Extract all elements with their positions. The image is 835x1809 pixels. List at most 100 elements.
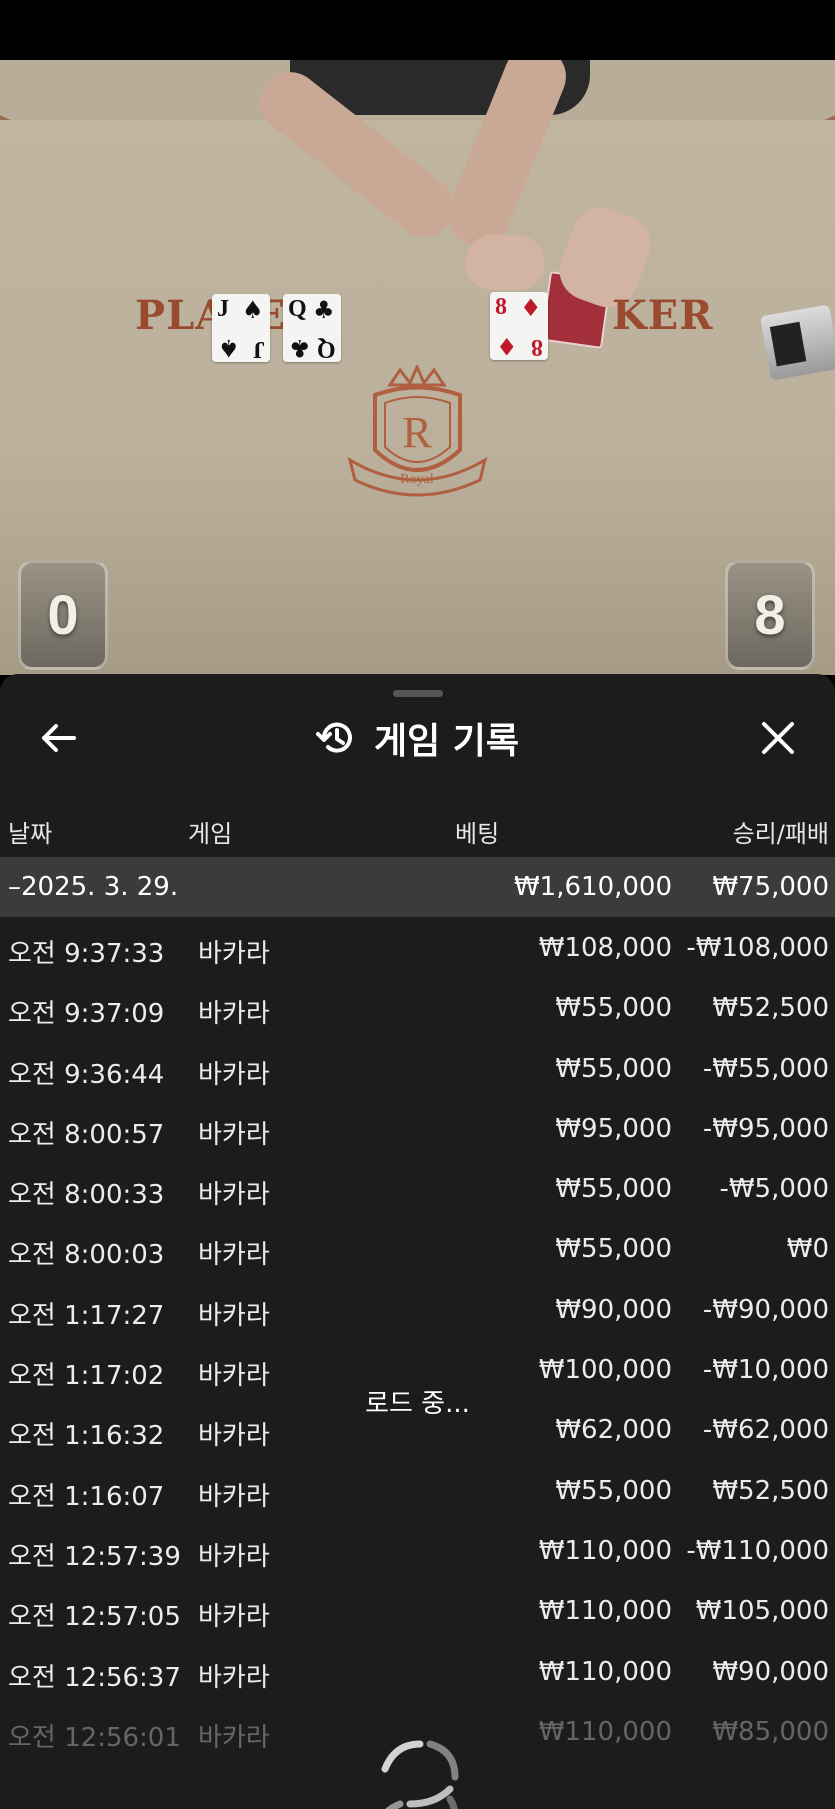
card-rank: 8: [531, 334, 543, 360]
row-game: 바카라: [198, 1602, 270, 1633]
table-row[interactable]: 오전 12:56:37 바카라 ₩110,000 ₩90,000: [0, 1641, 835, 1701]
row-bet: ₩55,000: [555, 1475, 672, 1506]
row-result: -₩108,000: [686, 933, 829, 963]
row-result: ₩0: [786, 1234, 829, 1265]
panel-header: 게임 기록: [0, 716, 835, 762]
history-icon: [315, 722, 352, 753]
row-bet: ₩110,000: [538, 1535, 672, 1566]
row-time: 오전 8:00:57: [8, 1119, 165, 1150]
card-suit: ♦: [520, 294, 542, 322]
row-result: ₩85,000: [712, 1716, 829, 1747]
row-bet: ₩90,000: [555, 1294, 672, 1325]
column-header-game: 게임: [188, 820, 233, 848]
row-result: -₩95,000: [702, 1113, 829, 1144]
row-result: -₩110,000: [686, 1535, 829, 1566]
dealer-left-hand: [465, 235, 545, 290]
row-game: 바카라: [198, 1059, 270, 1090]
row-time: 오전 12:57:39: [8, 1541, 181, 1572]
card-suit: ♣: [289, 334, 311, 362]
player-score: 0: [47, 583, 79, 646]
row-game: 바카라: [198, 1481, 270, 1512]
row-game: 바카라: [198, 999, 270, 1030]
player-card-2: Q ♣ Q ♣: [283, 294, 341, 362]
row-result: ₩52,500: [712, 1475, 829, 1506]
table-row[interactable]: 오전 1:16:07 바카라 ₩55,000 ₩52,500: [0, 1460, 835, 1520]
row-bet: ₩55,000: [555, 1053, 672, 1084]
row-time: 오전 1:17:27: [8, 1300, 165, 1331]
table-row[interactable]: 오전 8:00:57 바카라 ₩95,000 -₩95,000: [0, 1098, 835, 1158]
row-time: 오전 12:56:01: [8, 1722, 181, 1753]
live-video-feed: PLAYER KER J ♠ J ♠ Q ♣ Q ♣ 8 ♦ 8 ♦ R Roy…: [0, 60, 835, 675]
player-card-1: J ♠ J ♠: [212, 294, 270, 362]
row-time: 오전 9:36:44: [8, 1059, 165, 1090]
page-title: 게임 기록: [373, 721, 519, 762]
row-bet: ₩110,000: [538, 1716, 672, 1747]
date-group-row[interactable]: –2025. 3. 29. ₩1,610,000 ₩75,000: [0, 857, 835, 917]
game-history-panel: 게임 기록 날짜 게임 베팅 승리/패배 –2025. 3. 29. ₩1,61…: [0, 674, 835, 1809]
row-time: 오전 12:57:05: [8, 1602, 181, 1633]
row-result: -₩90,000: [702, 1294, 829, 1325]
card-rank: J: [253, 336, 265, 362]
table-row[interactable]: 오전 8:00:33 바카라 ₩55,000 -₩5,000: [0, 1158, 835, 1218]
row-game: 바카라: [198, 1421, 270, 1452]
row-result: -₩5,000: [719, 1174, 829, 1205]
row-result: ₩90,000: [712, 1656, 829, 1687]
row-bet: ₩100,000: [538, 1355, 672, 1386]
table-row[interactable]: 오전 8:00:03 바카라 ₩55,000 ₩0: [0, 1218, 835, 1278]
banker-score-badge: 8: [725, 560, 815, 670]
row-result: ₩105,000: [695, 1596, 829, 1627]
row-bet: ₩108,000: [538, 933, 672, 963]
row-bet: ₩55,000: [555, 1174, 672, 1205]
row-bet: ₩95,000: [555, 1113, 672, 1144]
loading-spinner-icon: [381, 1740, 459, 1809]
close-icon[interactable]: [758, 718, 798, 758]
shoe-slot: [769, 321, 807, 367]
column-header-result: 승리/패배: [732, 820, 829, 848]
row-game: 바카라: [198, 1662, 270, 1693]
drag-handle[interactable]: [393, 690, 443, 697]
row-game: 바카라: [198, 1119, 270, 1150]
royal-logo: R Royal: [347, 365, 488, 497]
row-game: 바카라: [198, 939, 270, 969]
row-result: -₩10,000: [702, 1355, 829, 1386]
card-suit: ♠: [242, 296, 264, 324]
row-game: 바카라: [198, 1300, 270, 1331]
row-game: 바카라: [198, 1180, 270, 1211]
logo-text: Royal: [400, 472, 434, 487]
banker-card-1: 8 ♦ 8 ♦: [490, 292, 548, 360]
table-row[interactable]: 오전 1:17:27 바카라 ₩90,000 -₩90,000: [0, 1279, 835, 1339]
row-time: 오전 1:16:07: [8, 1481, 165, 1512]
row-result: ₩52,500: [712, 993, 829, 1024]
card-suit: ♠: [218, 334, 240, 362]
logo-letter: R: [402, 408, 432, 457]
row-bet: ₩55,000: [555, 1234, 672, 1265]
card-suit: ♦: [496, 332, 518, 360]
group-total-result: ₩75,000: [712, 872, 829, 902]
row-game: 바카라: [198, 1240, 270, 1271]
row-time: 오전 9:37:33: [8, 939, 165, 969]
group-date: –2025. 3. 29.: [8, 872, 179, 902]
table-row[interactable]: 오전 12:57:05 바카라 ₩110,000 ₩105,000: [0, 1580, 835, 1640]
table-row[interactable]: 오전 9:37:33 바카라 ₩108,000 -₩108,000: [0, 917, 835, 977]
card-rank: Q: [317, 336, 336, 362]
banker-score: 8: [754, 583, 786, 646]
row-bet: ₩110,000: [538, 1656, 672, 1687]
column-header-bet: 베팅: [455, 820, 500, 848]
row-time: 오전 1:16:32: [8, 1421, 165, 1452]
column-header-date: 날짜: [8, 820, 53, 848]
table-row[interactable]: 오전 9:36:44 바카라 ₩55,000 -₩55,000: [0, 1038, 835, 1098]
row-game: 바카라: [198, 1541, 270, 1572]
row-time: 오전 8:00:33: [8, 1180, 165, 1211]
row-result: -₩55,000: [702, 1053, 829, 1084]
row-bet: ₩55,000: [555, 993, 672, 1024]
banker-label: KER: [612, 292, 714, 339]
player-score-badge: 0: [18, 560, 108, 670]
table-row[interactable]: 오전 9:37:09 바카라 ₩55,000 ₩52,500: [0, 977, 835, 1037]
table-row[interactable]: 오전 12:57:39 바카라 ₩110,000 -₩110,000: [0, 1520, 835, 1580]
row-time: 오전 9:37:09: [8, 999, 165, 1030]
card-shoe: [759, 304, 835, 381]
group-total-bet: ₩1,610,000: [513, 872, 672, 902]
row-time: 오전 8:00:03: [8, 1240, 165, 1271]
top-status-strip: [0, 0, 835, 60]
loading-text: 로드 중...: [365, 1389, 470, 1419]
